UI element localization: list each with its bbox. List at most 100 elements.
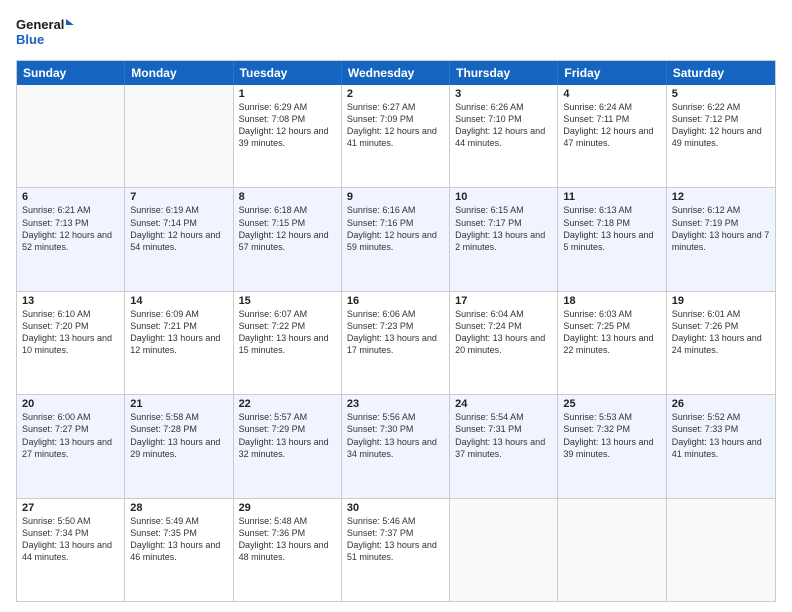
day-number: 7 [130,191,227,203]
calendar-cell: 8Sunrise: 6:18 AMSunset: 7:15 PMDaylight… [234,188,342,290]
day-info: Sunrise: 5:56 AMSunset: 7:30 PMDaylight:… [347,411,444,460]
day-info: Sunrise: 6:00 AMSunset: 7:27 PMDaylight:… [22,411,119,460]
day-number: 9 [347,191,444,203]
calendar-cell: 6Sunrise: 6:21 AMSunset: 7:13 PMDaylight… [17,188,125,290]
day-info: Sunrise: 5:54 AMSunset: 7:31 PMDaylight:… [455,411,552,460]
day-number: 29 [239,502,336,514]
day-number: 30 [347,502,444,514]
day-number: 8 [239,191,336,203]
calendar-cell: 27Sunrise: 5:50 AMSunset: 7:34 PMDayligh… [17,499,125,601]
day-number: 25 [563,398,660,410]
calendar-cell: 17Sunrise: 6:04 AMSunset: 7:24 PMDayligh… [450,292,558,394]
calendar-cell [558,499,666,601]
calendar-cell: 11Sunrise: 6:13 AMSunset: 7:18 PMDayligh… [558,188,666,290]
day-info: Sunrise: 6:22 AMSunset: 7:12 PMDaylight:… [672,101,770,150]
day-info: Sunrise: 6:01 AMSunset: 7:26 PMDaylight:… [672,308,770,357]
day-info: Sunrise: 5:49 AMSunset: 7:35 PMDaylight:… [130,515,227,564]
calendar: SundayMondayTuesdayWednesdayThursdayFrid… [16,60,776,602]
calendar-cell: 3Sunrise: 6:26 AMSunset: 7:10 PMDaylight… [450,85,558,187]
weekday-header: Thursday [450,61,558,85]
day-info: Sunrise: 6:27 AMSunset: 7:09 PMDaylight:… [347,101,444,150]
calendar-cell: 18Sunrise: 6:03 AMSunset: 7:25 PMDayligh… [558,292,666,394]
day-info: Sunrise: 6:12 AMSunset: 7:19 PMDaylight:… [672,204,770,253]
calendar-cell [17,85,125,187]
calendar-body: 1Sunrise: 6:29 AMSunset: 7:08 PMDaylight… [17,85,775,601]
day-info: Sunrise: 6:06 AMSunset: 7:23 PMDaylight:… [347,308,444,357]
day-info: Sunrise: 5:52 AMSunset: 7:33 PMDaylight:… [672,411,770,460]
calendar-cell: 22Sunrise: 5:57 AMSunset: 7:29 PMDayligh… [234,395,342,497]
day-info: Sunrise: 5:57 AMSunset: 7:29 PMDaylight:… [239,411,336,460]
calendar-cell: 28Sunrise: 5:49 AMSunset: 7:35 PMDayligh… [125,499,233,601]
calendar-cell: 14Sunrise: 6:09 AMSunset: 7:21 PMDayligh… [125,292,233,394]
day-number: 15 [239,295,336,307]
calendar-cell: 1Sunrise: 6:29 AMSunset: 7:08 PMDaylight… [234,85,342,187]
day-info: Sunrise: 5:46 AMSunset: 7:37 PMDaylight:… [347,515,444,564]
day-info: Sunrise: 5:48 AMSunset: 7:36 PMDaylight:… [239,515,336,564]
day-info: Sunrise: 6:13 AMSunset: 7:18 PMDaylight:… [563,204,660,253]
svg-text:Blue: Blue [16,32,44,47]
day-info: Sunrise: 6:21 AMSunset: 7:13 PMDaylight:… [22,204,119,253]
calendar-cell: 10Sunrise: 6:15 AMSunset: 7:17 PMDayligh… [450,188,558,290]
logo-svg: General Blue [16,14,76,50]
day-number: 1 [239,88,336,100]
calendar-cell: 30Sunrise: 5:46 AMSunset: 7:37 PMDayligh… [342,499,450,601]
day-info: Sunrise: 5:53 AMSunset: 7:32 PMDaylight:… [563,411,660,460]
weekday-header: Friday [558,61,666,85]
day-number: 13 [22,295,119,307]
calendar-row: 6Sunrise: 6:21 AMSunset: 7:13 PMDaylight… [17,187,775,290]
calendar-cell: 15Sunrise: 6:07 AMSunset: 7:22 PMDayligh… [234,292,342,394]
day-info: Sunrise: 6:15 AMSunset: 7:17 PMDaylight:… [455,204,552,253]
day-number: 27 [22,502,119,514]
day-info: Sunrise: 6:24 AMSunset: 7:11 PMDaylight:… [563,101,660,150]
day-number: 10 [455,191,552,203]
day-number: 12 [672,191,770,203]
weekday-header: Sunday [17,61,125,85]
calendar-cell: 24Sunrise: 5:54 AMSunset: 7:31 PMDayligh… [450,395,558,497]
day-number: 21 [130,398,227,410]
weekday-header: Monday [125,61,233,85]
day-info: Sunrise: 6:07 AMSunset: 7:22 PMDaylight:… [239,308,336,357]
day-number: 23 [347,398,444,410]
day-info: Sunrise: 6:10 AMSunset: 7:20 PMDaylight:… [22,308,119,357]
day-number: 14 [130,295,227,307]
calendar-cell [667,499,775,601]
day-info: Sunrise: 5:50 AMSunset: 7:34 PMDaylight:… [22,515,119,564]
logo: General Blue [16,14,76,50]
calendar-cell: 4Sunrise: 6:24 AMSunset: 7:11 PMDaylight… [558,85,666,187]
calendar-cell: 29Sunrise: 5:48 AMSunset: 7:36 PMDayligh… [234,499,342,601]
calendar-row: 1Sunrise: 6:29 AMSunset: 7:08 PMDaylight… [17,85,775,187]
calendar-cell: 13Sunrise: 6:10 AMSunset: 7:20 PMDayligh… [17,292,125,394]
calendar-cell: 12Sunrise: 6:12 AMSunset: 7:19 PMDayligh… [667,188,775,290]
day-info: Sunrise: 6:09 AMSunset: 7:21 PMDaylight:… [130,308,227,357]
day-info: Sunrise: 6:16 AMSunset: 7:16 PMDaylight:… [347,204,444,253]
day-number: 28 [130,502,227,514]
day-number: 4 [563,88,660,100]
day-info: Sunrise: 6:04 AMSunset: 7:24 PMDaylight:… [455,308,552,357]
day-info: Sunrise: 6:29 AMSunset: 7:08 PMDaylight:… [239,101,336,150]
day-number: 2 [347,88,444,100]
calendar-row: 20Sunrise: 6:00 AMSunset: 7:27 PMDayligh… [17,394,775,497]
day-info: Sunrise: 6:18 AMSunset: 7:15 PMDaylight:… [239,204,336,253]
weekday-header: Wednesday [342,61,450,85]
svg-text:General: General [16,17,64,32]
calendar-row: 27Sunrise: 5:50 AMSunset: 7:34 PMDayligh… [17,498,775,601]
day-info: Sunrise: 6:19 AMSunset: 7:14 PMDaylight:… [130,204,227,253]
day-number: 3 [455,88,552,100]
calendar-cell: 20Sunrise: 6:00 AMSunset: 7:27 PMDayligh… [17,395,125,497]
calendar-cell: 19Sunrise: 6:01 AMSunset: 7:26 PMDayligh… [667,292,775,394]
day-number: 22 [239,398,336,410]
calendar-cell: 23Sunrise: 5:56 AMSunset: 7:30 PMDayligh… [342,395,450,497]
calendar-cell: 21Sunrise: 5:58 AMSunset: 7:28 PMDayligh… [125,395,233,497]
day-number: 19 [672,295,770,307]
calendar-cell: 2Sunrise: 6:27 AMSunset: 7:09 PMDaylight… [342,85,450,187]
day-info: Sunrise: 6:03 AMSunset: 7:25 PMDaylight:… [563,308,660,357]
day-number: 16 [347,295,444,307]
calendar-cell [125,85,233,187]
calendar-row: 13Sunrise: 6:10 AMSunset: 7:20 PMDayligh… [17,291,775,394]
day-number: 5 [672,88,770,100]
day-info: Sunrise: 6:26 AMSunset: 7:10 PMDaylight:… [455,101,552,150]
calendar-cell: 9Sunrise: 6:16 AMSunset: 7:16 PMDaylight… [342,188,450,290]
calendar-header-row: SundayMondayTuesdayWednesdayThursdayFrid… [17,61,775,85]
weekday-header: Saturday [667,61,775,85]
day-number: 26 [672,398,770,410]
